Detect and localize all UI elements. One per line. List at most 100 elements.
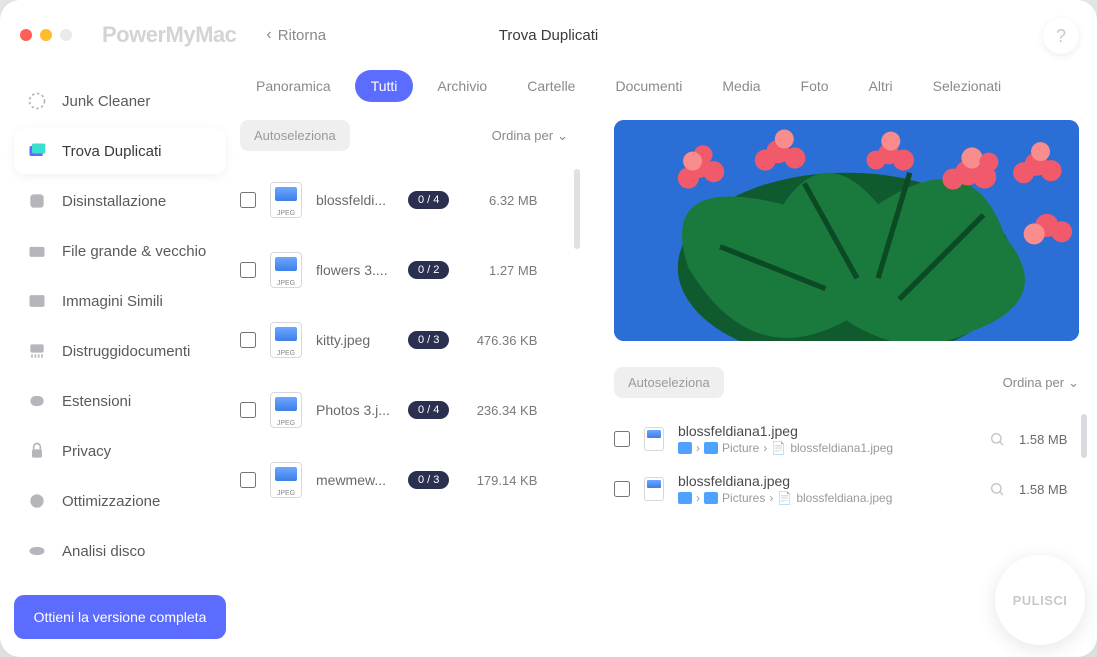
file-size: 476.36 KB [463,333,537,348]
chevron-left-icon: ‹ [266,26,271,44]
reveal-in-finder-icon[interactable] [989,431,1005,447]
tab-media[interactable]: Media [706,70,776,102]
minimize-window-button[interactable] [40,29,52,41]
reveal-in-finder-icon[interactable] [989,481,1005,497]
tab-documents[interactable]: Documenti [599,70,698,102]
result-row[interactable]: JPEG kitty.jpeg 0 / 3 476.36 KB [240,305,568,375]
scrollbar[interactable] [574,169,580,249]
chevron-down-icon: ⌄ [1068,375,1079,391]
count-badge: 0 / 3 [408,471,449,489]
tab-archive[interactable]: Archivio [421,70,503,102]
tab-photos[interactable]: Foto [785,70,845,102]
sidebar-item-junk-cleaner[interactable]: Junk Cleaner [14,78,226,124]
row-checkbox[interactable] [614,481,630,497]
sidebar-item-disk-analysis[interactable]: Analisi disco [14,528,226,574]
sort-label: Ordina per [492,128,553,143]
help-button[interactable]: ? [1043,18,1079,54]
sidebar-item-large-old[interactable]: File grande & vecchio [14,228,226,274]
file-icon: 📄 [777,491,792,505]
page-title: Trova Duplicati [499,27,598,44]
row-checkbox[interactable] [240,192,256,208]
optimize-icon [26,491,48,511]
sort-detail-button[interactable]: Ordina per ⌄ [1003,375,1079,391]
file-size: 6.32 MB [463,193,537,208]
autoselect-detail-button[interactable]: Autoseleziona [614,367,724,398]
maximize-window-button[interactable] [60,29,72,41]
file-icon: JPEG [270,392,302,428]
duplicate-row[interactable]: blossfeldiana1.jpeg › Picture› 📄 blossfe… [614,414,1079,464]
disk-icon [26,541,48,561]
file-name: blossfeldiana.jpeg [678,473,975,489]
sidebar-item-label: Disinstallazione [62,193,166,210]
file-info: blossfeldiana.jpeg › Pictures› 📄 blossfe… [678,473,975,505]
results-list-container: JPEG blossfeldi... 0 / 4 6.32 MB JPEG fl… [240,165,586,639]
file-info: blossfeldiana1.jpeg › Picture› 📄 blossfe… [678,423,975,455]
sort-button[interactable]: Ordina per ⌄ [492,128,568,144]
tab-others[interactable]: Altri [853,70,909,102]
sidebar-item-duplicates[interactable]: Trova Duplicati [14,128,226,174]
sidebar-item-label: Ottimizzazione [62,493,160,510]
sidebar-item-similar-images[interactable]: Immagini Simili [14,278,226,324]
box-icon [26,241,48,261]
results-pane: Autoseleziona Ordina per ⌄ JPEG blossfel… [240,120,586,639]
duplicate-row[interactable]: blossfeldiana.jpeg › Pictures› 📄 blossfe… [614,464,1079,514]
titlebar: PowerMyMac ‹ Ritorna Trova Duplicati ? [0,0,1097,70]
results-list: JPEG blossfeldi... 0 / 4 6.32 MB JPEG fl… [240,165,586,515]
scrollbar[interactable] [1081,414,1087,458]
row-checkbox[interactable] [240,262,256,278]
file-size: 236.34 KB [463,403,537,418]
back-button[interactable]: ‹ Ritorna [266,26,326,44]
folder-icon [704,492,718,504]
row-checkbox[interactable] [240,332,256,348]
duplicate-list: blossfeldiana1.jpeg › Picture› 📄 blossfe… [614,414,1079,514]
sidebar-item-label: Analisi disco [62,543,145,560]
folder-icon [678,442,692,454]
file-name: mewmew... [316,472,394,488]
upgrade-button[interactable]: Ottieni la versione completa [14,595,226,639]
result-row[interactable]: JPEG blossfeldi... 0 / 4 6.32 MB [240,165,568,235]
preview-image [614,120,1079,341]
count-badge: 0 / 4 [408,401,449,419]
sidebar-item-label: Immagini Simili [62,293,163,310]
sort-label: Ordina per [1003,375,1064,390]
file-icon: JPEG [270,252,302,288]
file-size: 1.27 MB [463,263,537,278]
close-window-button[interactable] [20,29,32,41]
file-name: blossfeldiana1.jpeg [678,423,975,439]
count-badge: 0 / 3 [408,331,449,349]
row-checkbox[interactable] [240,402,256,418]
shredder-icon [26,341,48,361]
sidebar-item-extensions[interactable]: Estensioni [14,378,226,424]
tab-folders[interactable]: Cartelle [511,70,591,102]
result-row[interactable]: JPEG flowers 3.... 0 / 2 1.27 MB [240,235,568,305]
autoselect-button[interactable]: Autoseleziona [240,120,350,151]
image-icon [26,291,48,311]
broom-icon [26,91,48,111]
sidebar: Junk Cleaner Trova Duplicati Disinstalla… [0,70,240,657]
row-checkbox[interactable] [240,472,256,488]
sidebar-item-shredder[interactable]: Distruggidocumenti [14,328,226,374]
sidebar-item-optimization[interactable]: Ottimizzazione [14,478,226,524]
tab-all[interactable]: Tutti [355,70,414,102]
result-row[interactable]: JPEG Photos 3.j... 0 / 4 236.34 KB [240,375,568,445]
file-icon [644,477,664,501]
result-row[interactable]: JPEG mewmew... 0 / 3 179.14 KB [240,445,568,515]
path-part: blossfeldiana1.jpeg [790,441,893,455]
chevron-down-icon: ⌄ [557,128,568,144]
file-icon: JPEG [270,322,302,358]
sidebar-item-uninstall[interactable]: Disinstallazione [14,178,226,224]
question-icon: ? [1056,26,1066,47]
clean-button[interactable]: PULISCI [995,555,1085,645]
row-checkbox[interactable] [614,431,630,447]
sidebar-item-privacy[interactable]: Privacy [14,428,226,474]
tab-overview[interactable]: Panoramica [240,70,347,102]
file-icon: 📄 [771,441,786,455]
window-controls [20,29,72,41]
uninstall-icon [26,191,48,211]
back-label: Ritorna [278,27,326,44]
detail-header: Autoseleziona Ordina per ⌄ [614,367,1079,398]
filter-tabs: Panoramica Tutti Archivio Cartelle Docum… [240,70,1079,120]
file-path: › Picture› 📄 blossfeldiana1.jpeg [678,441,975,455]
tab-selected[interactable]: Selezionati [917,70,1018,102]
sidebar-item-label: File grande & vecchio [62,243,206,260]
